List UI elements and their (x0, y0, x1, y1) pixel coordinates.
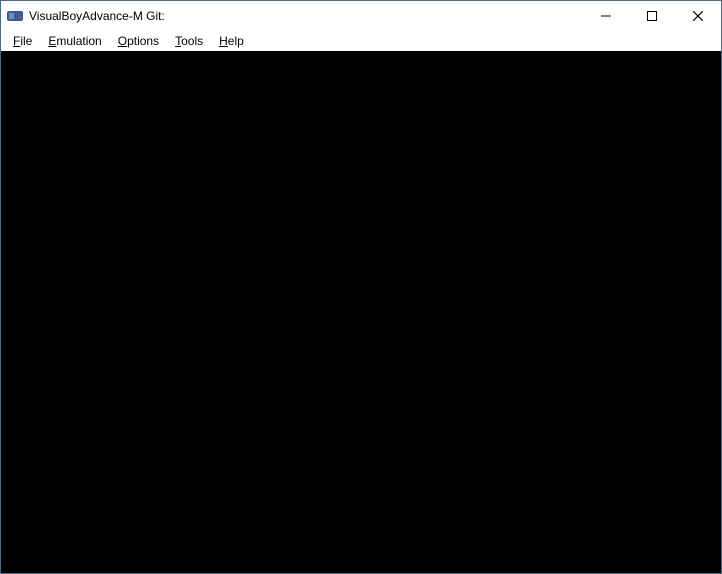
titlebar: VisualBoyAdvance-M Git: (1, 1, 721, 31)
window-controls (583, 1, 721, 31)
menu-file[interactable]: File (5, 32, 40, 50)
menu-file-label: File (13, 34, 32, 48)
minimize-icon (601, 9, 611, 24)
emulator-display (1, 51, 721, 573)
menu-emulation[interactable]: Emulation (40, 32, 109, 50)
minimize-button[interactable] (583, 1, 629, 31)
menu-help-label: Help (219, 34, 244, 48)
window-title: VisualBoyAdvance-M Git: (29, 9, 583, 23)
menu-tools-label: Tools (175, 34, 203, 48)
app-icon (7, 8, 23, 24)
app-window: VisualBoyAdvance-M Git: File Emulation O… (0, 0, 722, 574)
close-button[interactable] (675, 1, 721, 31)
menu-emulation-label: Emulation (48, 34, 101, 48)
menu-tools[interactable]: Tools (167, 32, 211, 50)
menubar: File Emulation Options Tools Help (1, 31, 721, 51)
maximize-button[interactable] (629, 1, 675, 31)
menu-options[interactable]: Options (110, 32, 167, 50)
close-icon (693, 9, 703, 24)
menu-help[interactable]: Help (211, 32, 252, 50)
menu-options-label: Options (118, 34, 159, 48)
maximize-icon (647, 9, 657, 24)
